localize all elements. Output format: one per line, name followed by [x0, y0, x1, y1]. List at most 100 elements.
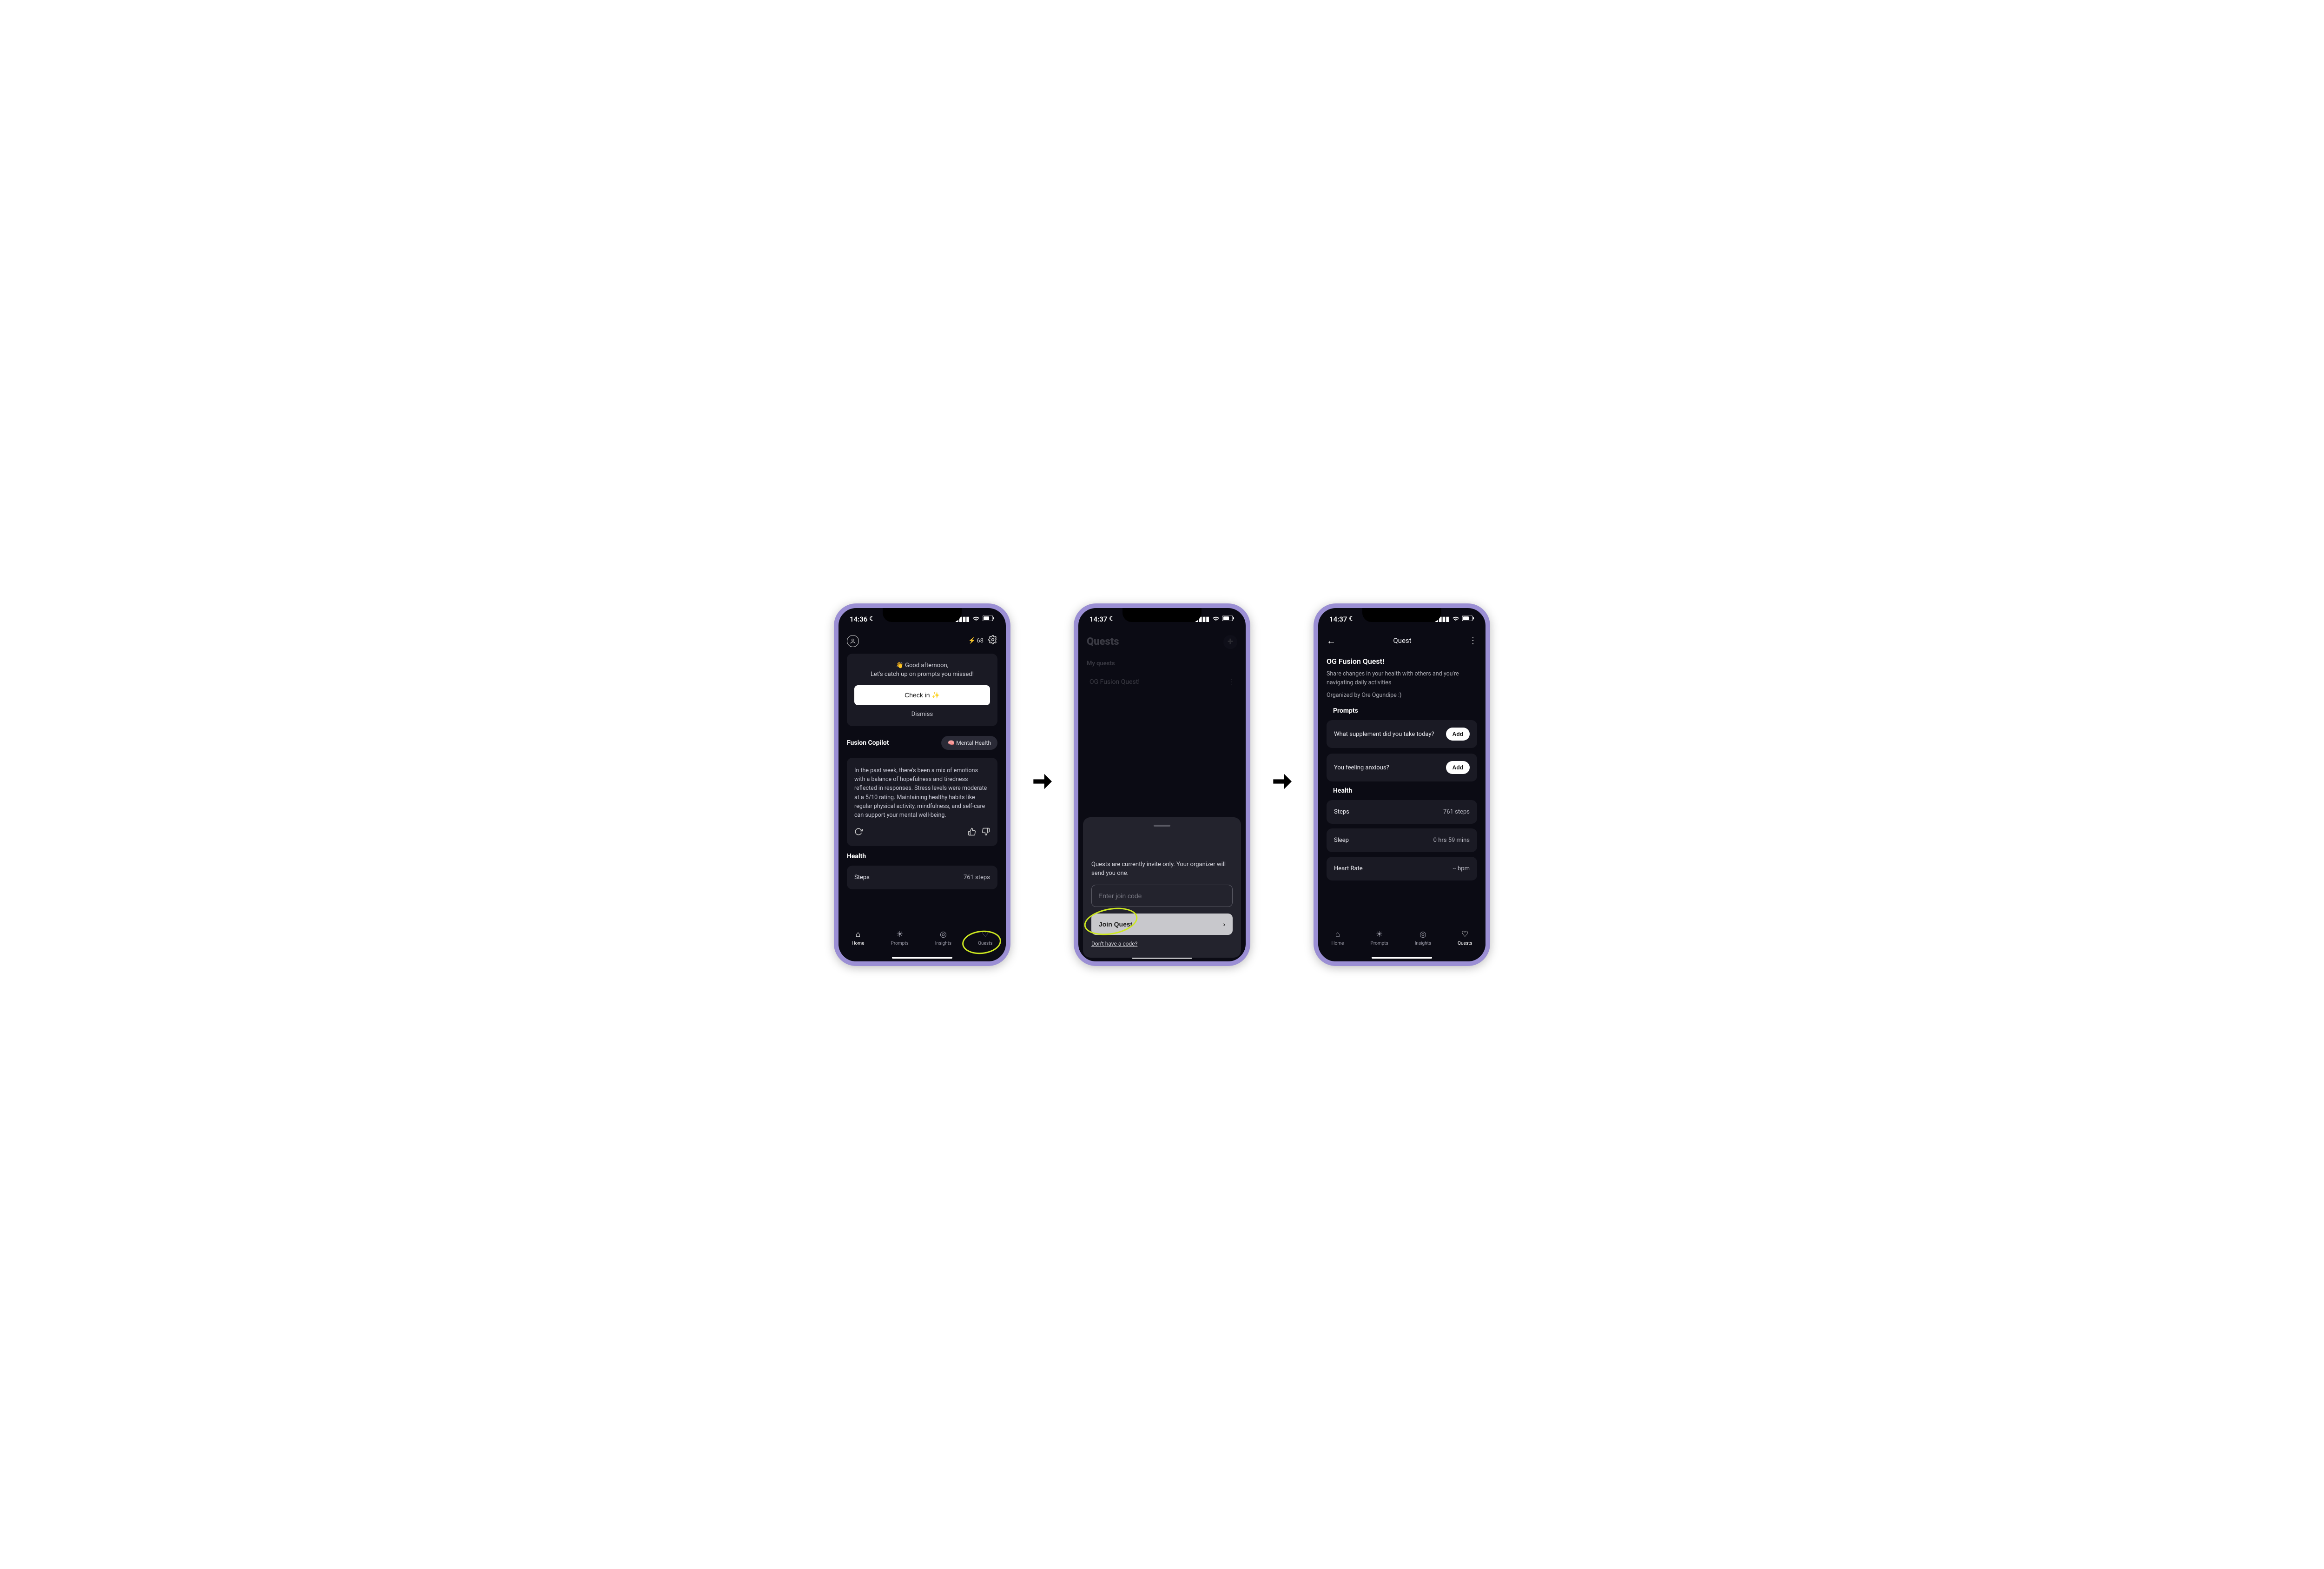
- status-time: 14:37: [1089, 615, 1107, 623]
- add-prompt-button[interactable]: Add: [1446, 728, 1470, 741]
- dismiss-button[interactable]: Dismiss: [854, 711, 990, 718]
- battery-icon: [1222, 616, 1235, 623]
- tab-home[interactable]: ⌂ Home: [1332, 930, 1344, 946]
- quests-header: Quests +: [1087, 630, 1237, 652]
- thumbs-up-icon[interactable]: [968, 828, 976, 838]
- metric-value: 0 hrs 59 mins: [1433, 837, 1470, 844]
- copilot-message: In the past week, there's been a mix of …: [854, 766, 990, 820]
- steps-value: 761 steps: [964, 874, 990, 881]
- greeting-text: 👋 Good afternoon,: [854, 662, 990, 669]
- tab-label: Quests: [978, 941, 992, 946]
- tab-quests[interactable]: ♡ Quests: [1458, 930, 1472, 946]
- category-pill[interactable]: 🧠 Mental Health: [941, 736, 997, 750]
- chevron-right-icon: ›: [1223, 920, 1225, 928]
- steps-label: Steps: [854, 874, 870, 881]
- battery-icon: [1462, 616, 1474, 623]
- no-code-link[interactable]: Don't have a code?: [1091, 940, 1137, 947]
- metric-value: -- bpm: [1453, 865, 1470, 872]
- notch: [1362, 608, 1441, 622]
- metric-label: Heart Rate: [1334, 865, 1363, 872]
- refresh-icon[interactable]: [854, 828, 863, 838]
- prompts-icon: ☀: [1376, 930, 1383, 939]
- add-prompt-button[interactable]: Add: [1446, 761, 1470, 774]
- tab-home[interactable]: ⌂ Home: [852, 930, 865, 946]
- quests-icon: ♡: [982, 930, 989, 939]
- tab-insights[interactable]: ◎ Insights: [1415, 930, 1431, 946]
- settings-icon[interactable]: [988, 635, 997, 647]
- notch: [1122, 608, 1202, 622]
- join-quest-button[interactable]: Join Quest ›: [1091, 914, 1233, 935]
- notch: [883, 608, 962, 622]
- sheet-handle[interactable]: [1154, 825, 1170, 827]
- tab-label: Insights: [1415, 941, 1431, 946]
- copilot-title: Fusion Copilot: [847, 739, 889, 747]
- add-quest-button[interactable]: +: [1223, 635, 1237, 649]
- tab-label: Prompts: [1371, 941, 1388, 946]
- tab-label: Home: [852, 941, 865, 946]
- moon-icon: ☾: [1109, 616, 1115, 622]
- quests-icon: ♡: [1461, 930, 1468, 939]
- join-code-input[interactable]: [1091, 885, 1233, 907]
- bolt-icon: ⚡: [968, 637, 976, 644]
- moon-icon: ☾: [869, 616, 875, 622]
- wifi-icon: [1212, 616, 1220, 623]
- insights-icon: ◎: [940, 930, 947, 939]
- tab-bar: ⌂ Home ☀ Prompts ◎ Insights ♡ Quests: [1318, 925, 1486, 961]
- wifi-icon: [972, 616, 980, 623]
- more-icon[interactable]: ⋮: [1469, 636, 1477, 646]
- flow-arrow-icon: [1269, 768, 1295, 801]
- prompt-text: What supplement did you take today?: [1334, 731, 1434, 738]
- prompt-text: You feeling anxious?: [1334, 764, 1389, 771]
- tab-label: Quests: [1458, 941, 1472, 946]
- quest-description: Share changes in your health with others…: [1327, 669, 1477, 688]
- quests-title: Quests: [1087, 636, 1119, 648]
- greeting-subtext: Let's catch up on prompts you missed!: [854, 671, 990, 678]
- home-indicator: [1372, 957, 1432, 959]
- copilot-card: In the past week, there's been a mix of …: [847, 758, 997, 846]
- metric-value: 761 steps: [1443, 808, 1470, 815]
- streak-counter[interactable]: ⚡ 68: [968, 637, 984, 644]
- insights-icon: ◎: [1419, 930, 1426, 939]
- tab-prompts[interactable]: ☀ Prompts: [1371, 930, 1388, 946]
- prompts-icon: ☀: [896, 930, 903, 939]
- steps-row[interactable]: Steps 761 steps: [847, 866, 997, 889]
- copilot-header: Fusion Copilot 🧠 Mental Health: [847, 734, 997, 752]
- my-quests-label: My quests: [1087, 660, 1237, 667]
- prompt-card: You feeling anxious? Add: [1327, 754, 1477, 781]
- streak-value: 68: [977, 637, 984, 644]
- metric-label: Sleep: [1334, 837, 1349, 844]
- phone-screen-quests: 14:37 ☾ ▮▮▮▮ Quests + My quests OG Fusio…: [1074, 603, 1250, 966]
- join-label: Join Quest: [1099, 920, 1132, 928]
- tab-bar: ⌂ Home ☀ Prompts ◎ Insights ♡ Quests: [838, 925, 1006, 961]
- metric-label: Steps: [1334, 808, 1349, 815]
- health-section-title: Health: [847, 853, 997, 860]
- health-section-title: Health: [1333, 787, 1477, 794]
- tab-insights[interactable]: ◎ Insights: [935, 930, 951, 946]
- top-bar: ⚡ 68: [847, 630, 997, 654]
- back-arrow-icon[interactable]: ←: [1327, 635, 1336, 647]
- page-title: Quest: [1393, 636, 1411, 645]
- prompts-section-title: Prompts: [1333, 707, 1477, 715]
- tab-label: Insights: [935, 941, 951, 946]
- quest-organizer: Organized by Ore Ogundipe :): [1327, 692, 1477, 699]
- profile-avatar[interactable]: [847, 635, 859, 647]
- health-heartrate-row[interactable]: Heart Rate -- bpm: [1327, 857, 1477, 880]
- quest-item-label: OG Fusion Quest!: [1089, 678, 1140, 686]
- quest-list-item[interactable]: OG Fusion Quest! ⋮: [1087, 672, 1237, 692]
- phone-screen-home: 14:36 ☾ ▮▮▮▮ ⚡ 68: [834, 603, 1010, 966]
- health-sleep-row[interactable]: Sleep 0 hrs 59 mins: [1327, 828, 1477, 852]
- status-time: 14:36: [850, 615, 867, 623]
- more-icon[interactable]: ⋮: [1228, 678, 1235, 686]
- checkin-button[interactable]: Check in ✨: [854, 685, 990, 705]
- tab-prompts[interactable]: ☀ Prompts: [891, 930, 909, 946]
- title-bar: ← Quest ⋮: [1327, 630, 1477, 649]
- join-sheet: Quests are currently invite only. Your o…: [1083, 817, 1241, 958]
- tab-quests[interactable]: ♡ Quests: [978, 930, 992, 946]
- home-icon: ⌂: [856, 930, 860, 939]
- home-icon: ⌂: [1335, 930, 1340, 939]
- thumbs-down-icon[interactable]: [982, 828, 990, 838]
- tab-label: Home: [1332, 941, 1344, 946]
- greeting-card: 👋 Good afternoon, Let's catch up on prom…: [847, 654, 997, 726]
- health-steps-row[interactable]: Steps 761 steps: [1327, 800, 1477, 824]
- moon-icon: ☾: [1349, 616, 1354, 622]
